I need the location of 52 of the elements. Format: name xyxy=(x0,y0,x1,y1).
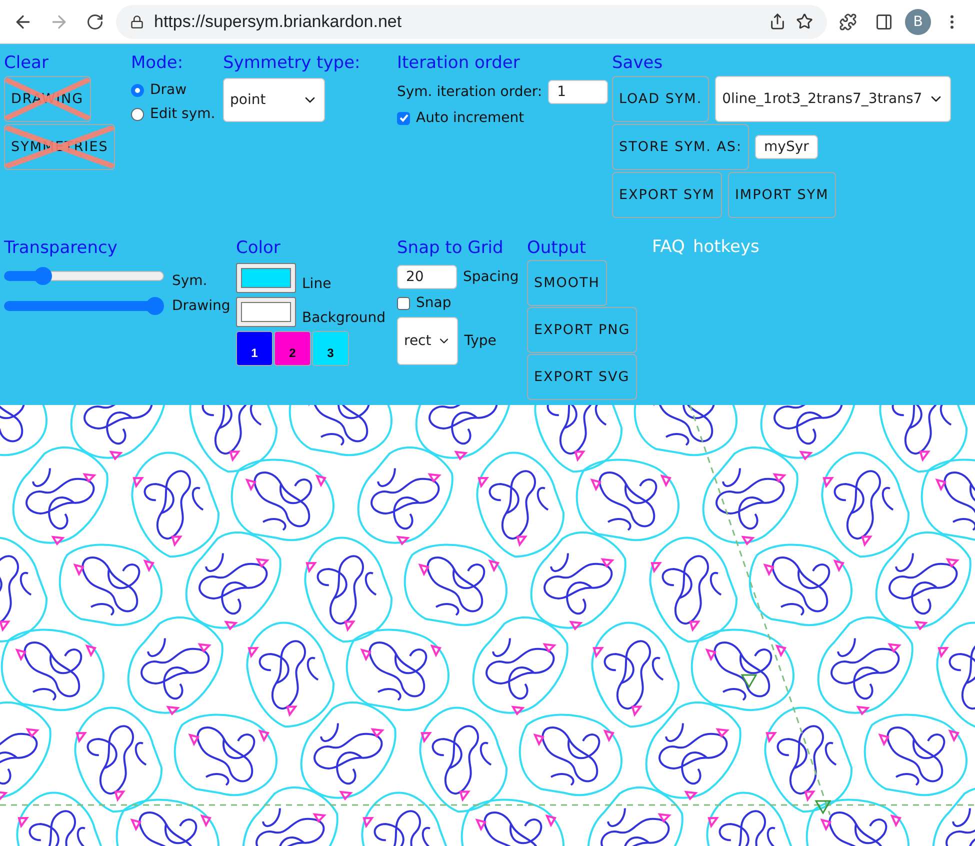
checkbox-label: Auto increment xyxy=(416,110,524,126)
output-button[interactable]: EXPORT SVG xyxy=(527,354,637,400)
radio-button[interactable] xyxy=(131,108,144,120)
section-title: Symmetry type: xyxy=(223,52,360,74)
color-picker[interactable] xyxy=(236,263,296,294)
export-button[interactable]: EXPORT SYM xyxy=(612,172,722,218)
section-title: Color xyxy=(236,237,280,260)
saves-select[interactable]: 0line_1rot3_2trans7_3trans7 xyxy=(715,76,952,122)
store-button[interactable]: STORE SYM. AS: xyxy=(612,124,750,170)
checkbox-label: Snap xyxy=(416,295,452,312)
star-icon[interactable] xyxy=(796,13,813,30)
field-label: Spacing xyxy=(463,269,519,286)
section-title: Transparency xyxy=(4,237,118,260)
radio-button[interactable] xyxy=(131,84,144,96)
section-title: Saves xyxy=(612,52,663,74)
section-title: Clear xyxy=(4,52,48,74)
slider-fill[interactable] xyxy=(4,267,52,286)
profile-avatar[interactable]: B xyxy=(905,8,931,34)
section-title: Iteration order xyxy=(397,52,520,74)
address-bar[interactable]: https://supersym.briankardon.net xyxy=(116,4,827,38)
reload-icon[interactable] xyxy=(86,12,104,30)
spacing-field[interactable]: 20 xyxy=(397,265,457,290)
palette-button[interactable]: 3 xyxy=(312,331,349,366)
url-text: https://supersym.briankardon.net xyxy=(154,12,403,32)
lock-icon xyxy=(130,14,144,28)
iteration-order-field[interactable]: 1 xyxy=(548,80,608,104)
checkbox[interactable] xyxy=(397,112,410,124)
section-title: Mode: xyxy=(131,52,184,74)
load-button[interactable]: LOAD SYM. xyxy=(612,76,710,122)
slider-label: Drawing xyxy=(172,298,230,314)
puzzle-icon[interactable] xyxy=(839,12,857,30)
radio-label: Edit sym. xyxy=(150,106,216,122)
section-title: Output xyxy=(527,237,586,260)
output-button[interactable]: EXPORT PNG xyxy=(527,307,638,354)
import-button[interactable]: IMPORT SYM xyxy=(728,172,836,218)
side-panel-icon[interactable] xyxy=(875,12,893,30)
grid-type-select[interactable]: rect xyxy=(397,317,458,366)
color-label: Line xyxy=(302,276,332,292)
palette-button[interactable]: 1 xyxy=(236,331,273,366)
radio-label: Draw xyxy=(150,82,187,98)
field-label: Type xyxy=(464,333,496,350)
symmetry-type-select[interactable]: point xyxy=(223,78,325,122)
checkbox[interactable] xyxy=(397,296,410,310)
output-button[interactable]: SMOOTH xyxy=(527,260,607,306)
share-icon[interactable] xyxy=(769,13,786,30)
field-label: Sym. iteration order: xyxy=(397,84,542,100)
color-label: Background xyxy=(302,310,386,326)
palette-button[interactable]: 2 xyxy=(274,331,311,366)
section-title: Snap to Grid xyxy=(397,237,504,260)
color-picker[interactable] xyxy=(236,297,296,328)
name-field[interactable]: mySyr xyxy=(755,135,818,159)
slider-label: Sym. xyxy=(172,273,208,290)
